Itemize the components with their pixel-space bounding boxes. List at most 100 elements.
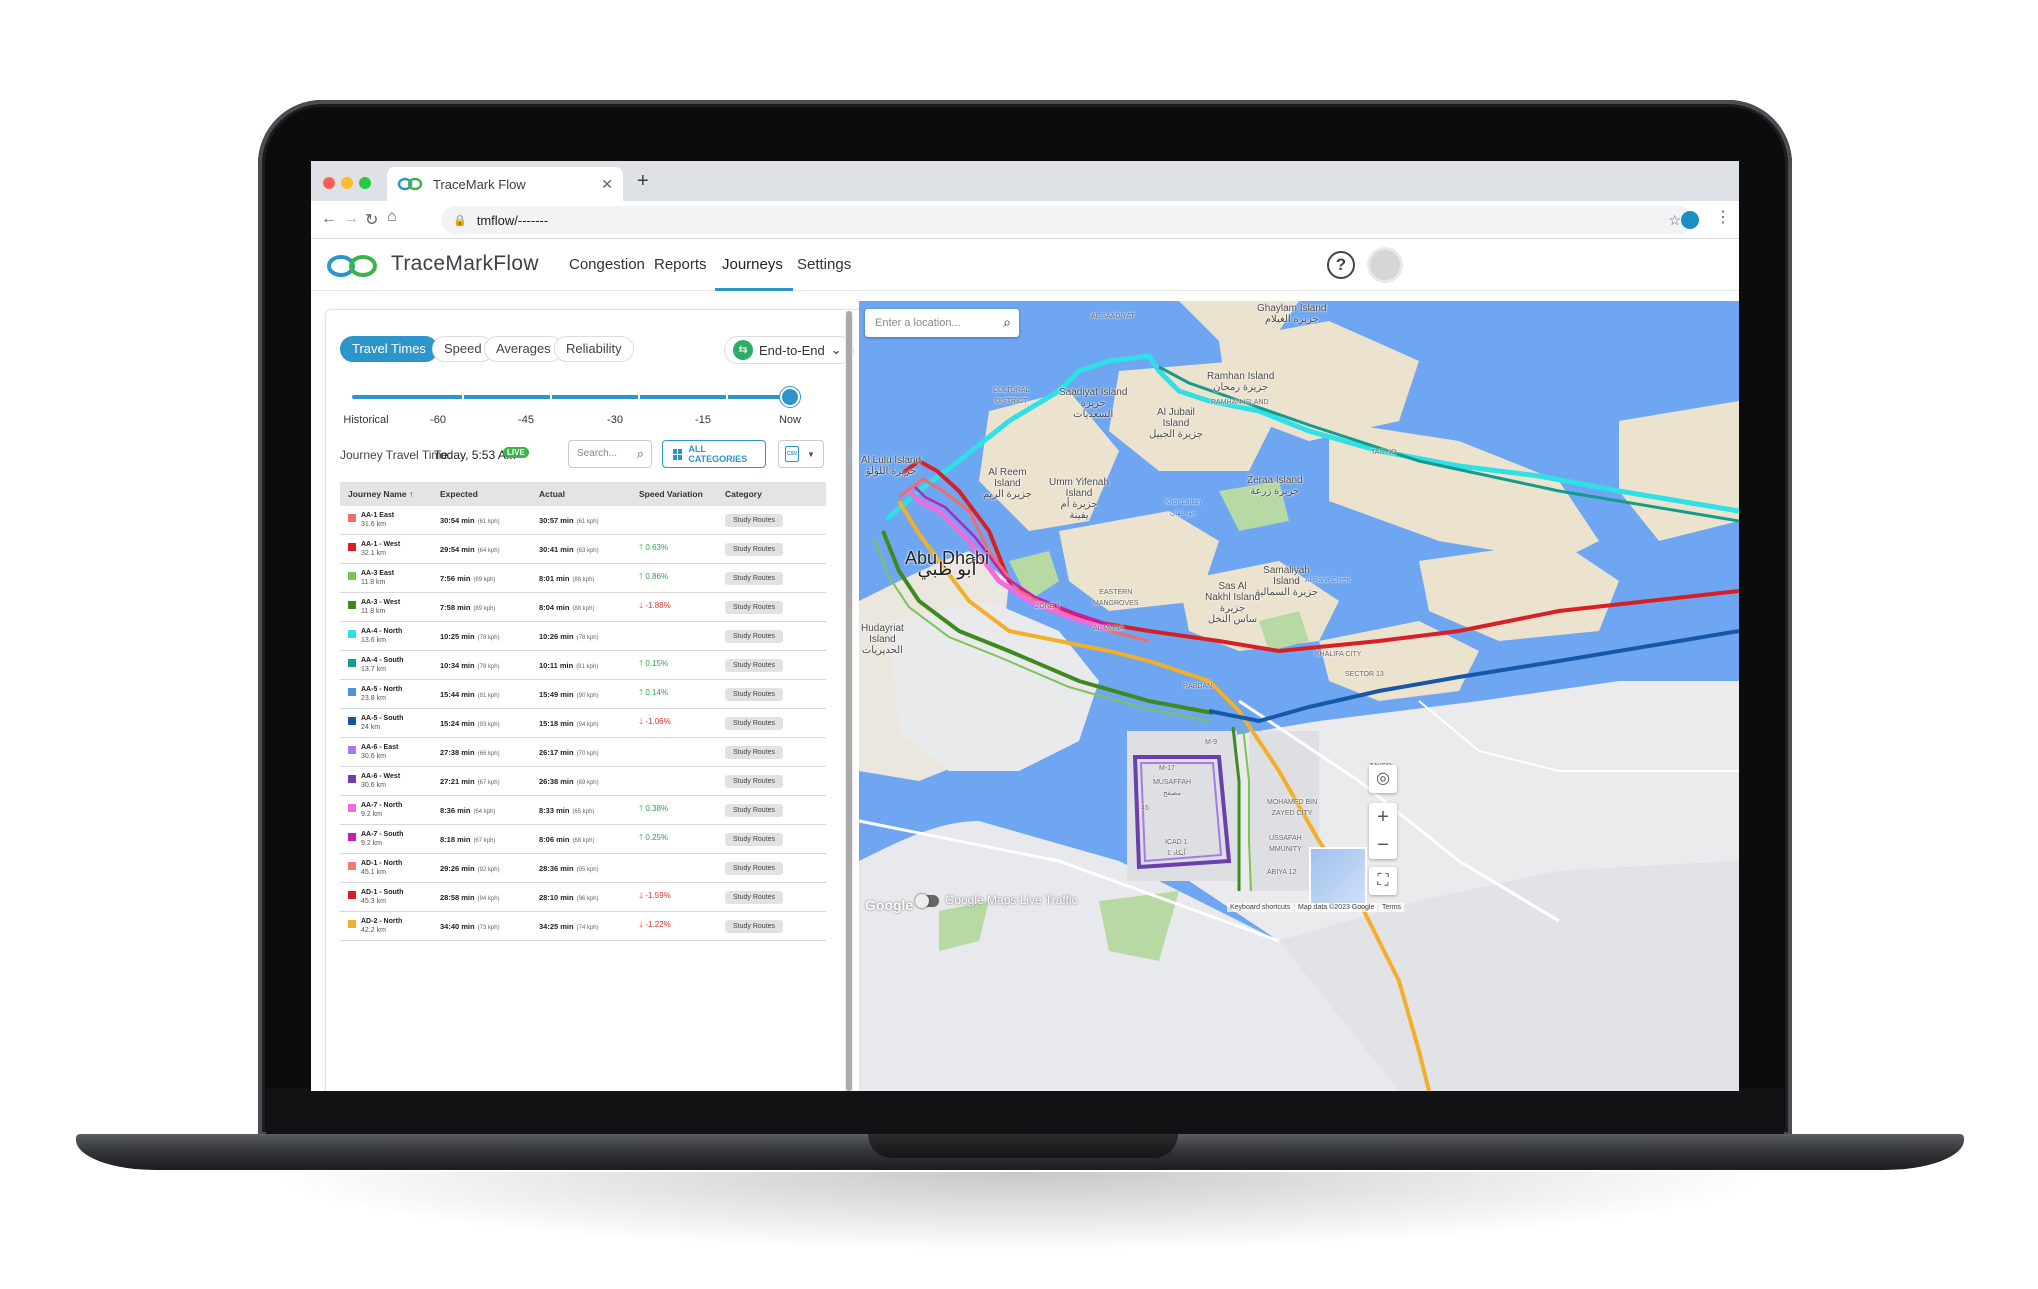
table-row[interactable]: AD-1 - South 45.3 km 28:58 min (94 kph) 28:1…	[340, 883, 826, 912]
category-button[interactable]: Study Routes	[725, 600, 784, 614]
browser-menu-icon[interactable]: ⋮	[1715, 207, 1731, 227]
map-type-thumbnail[interactable]	[1309, 847, 1367, 905]
live-traffic-label: Google Maps Live Traffic	[945, 893, 1078, 907]
journey-search-input[interactable]: Search... ⌕	[568, 440, 652, 468]
expected-cell: 15:44 min (91 kph)	[440, 690, 539, 699]
journey-distance: 31.6 km	[361, 520, 386, 528]
table-row[interactable]: AA-4 - South 13.7 km 10:34 min (78 kph) 10:1…	[340, 651, 826, 680]
table-row[interactable]: AD-1 - North 45.1 km 29:26 min (92 kph) 28:3…	[340, 854, 826, 883]
user-avatar[interactable]	[1367, 247, 1403, 283]
header-actual[interactable]: Actual	[539, 489, 639, 499]
close-window-button[interactable]	[323, 177, 335, 189]
table-row[interactable]: AA-1 - West 32.1 km 29:54 min (64 kph) 30:41…	[340, 535, 826, 564]
minimize-window-button[interactable]	[341, 177, 353, 189]
place-label: MOHAMED BIN ZAYED CITY	[1267, 799, 1318, 817]
nav-settings[interactable]: Settings	[797, 256, 851, 273]
map-data-attribution: Map data ©2023 Google	[1295, 903, 1378, 912]
time-slider-thumb[interactable]	[780, 387, 800, 407]
map-locate-icon[interactable]: ◎	[1369, 765, 1397, 793]
category-button[interactable]: Study Routes	[725, 745, 784, 759]
header-journey-name[interactable]: Journey Name ↑	[340, 489, 440, 499]
header-speed-variation[interactable]: Speed Variation	[639, 489, 725, 499]
category-button[interactable]: Study Routes	[725, 542, 784, 556]
route-color-swatch	[348, 803, 356, 812]
route-color-swatch	[348, 919, 356, 928]
home-icon[interactable]: ⌂	[387, 208, 397, 226]
fullscreen-icon[interactable]: ⛶	[1369, 867, 1397, 895]
category-button[interactable]: Study Routes	[725, 861, 784, 875]
category-button[interactable]: Study Routes	[725, 832, 784, 846]
laptop-notch	[868, 1134, 1178, 1158]
speed-variation-value: 0.63%	[645, 543, 669, 552]
all-categories-button[interactable]: ALL CATEGORIES	[662, 440, 766, 468]
maximize-window-button[interactable]	[359, 177, 371, 189]
table-row[interactable]: AA-7 - North 9.2 km 8:36 min (64 kph) 8:33 m…	[340, 796, 826, 825]
forward-icon[interactable]: →	[343, 210, 359, 228]
category-button[interactable]: Study Routes	[725, 658, 784, 672]
table-row[interactable]: AD-2 - North 42.2 km 34:40 min (73 kph) 34:2…	[340, 912, 826, 941]
category-button[interactable]: Study Routes	[725, 687, 784, 701]
nav-journeys[interactable]: Journeys	[722, 256, 783, 273]
category-button[interactable]: Study Routes	[725, 774, 784, 788]
terms-link[interactable]: Terms	[1379, 903, 1405, 912]
browser-tab[interactable]: TraceMark Flow ✕	[387, 167, 623, 201]
nav-congestion[interactable]: Congestion	[569, 256, 645, 273]
csv-export-button[interactable]: CSV ▼	[778, 440, 824, 468]
slider-tick	[638, 394, 640, 400]
actual-time: 15:49 min	[539, 689, 574, 699]
table-row[interactable]: AA-6 - West 30.6 km 27:21 min (67 kph) 26:38…	[340, 767, 826, 796]
table-row[interactable]: AA-4 - North 13.6 km 10:25 min (78 kph) 10:2…	[340, 622, 826, 651]
table-row[interactable]: AA-1 East 31.6 km 30:54 min (61 kph) 30:57 m…	[340, 506, 826, 535]
browser-toolbar: ← → ↻ ⌂ 🔒 tmflow/------- ☆	[311, 201, 1739, 239]
map-view[interactable]: Ghaylam Island جزيرة الغيلام Ramhan Isla…	[859, 301, 1739, 1091]
table-row[interactable]: AA-3 East 11.8 km 7:56 min (89 kph) 8:01 min…	[340, 564, 826, 593]
category-cell: Study Routes	[725, 774, 825, 788]
map-location-search[interactable]: Enter a location... ⌕	[865, 309, 1019, 337]
journey-distance: 23.8 km	[361, 694, 386, 702]
chevron-down-icon[interactable]: ▼	[807, 450, 815, 459]
tab-reliability[interactable]: Reliability	[554, 336, 634, 362]
table-row[interactable]: AA-5 - South 24 km 15:24 min (93 kph) 15:18 …	[340, 709, 826, 738]
journey-name: AD-1 - North	[361, 859, 403, 867]
bookmark-star-icon[interactable]: ☆	[1668, 212, 1681, 229]
category-button[interactable]: Study Routes	[725, 716, 784, 730]
back-icon[interactable]: ←	[321, 210, 337, 228]
panel-scrollbar-thumb[interactable]	[846, 311, 852, 1091]
browser-profile-avatar[interactable]	[1681, 211, 1699, 229]
expected-cell: 8:36 min (64 kph)	[440, 806, 539, 815]
place-label: ZONE 1	[1035, 603, 1061, 610]
category-button[interactable]: Study Routes	[725, 919, 784, 933]
table-row[interactable]: AA-5 - North 23.8 km 15:44 min (91 kph) 15:4…	[340, 680, 826, 709]
category-button[interactable]: Study Routes	[725, 890, 784, 904]
journey-distance: 13.7 km	[361, 665, 386, 673]
keyboard-shortcuts-link[interactable]: Keyboard shortcuts	[1227, 903, 1294, 912]
reload-icon[interactable]: ↻	[365, 210, 378, 230]
category-button[interactable]: Study Routes	[725, 803, 784, 817]
end-to-end-dropdown[interactable]: ⇆ End-to-End ⌄	[724, 336, 854, 364]
tab-averages[interactable]: Averages	[484, 336, 563, 362]
table-row[interactable]: AA-6 - East 30.6 km 27:38 min (66 kph) 26:17…	[340, 738, 826, 767]
zoom-out-button[interactable]: −	[1369, 831, 1397, 859]
table-row[interactable]: AA-7 - South 9.2 km 8:18 min (67 kph) 8:06 m…	[340, 825, 826, 854]
category-button[interactable]: Study Routes	[725, 571, 784, 585]
category-button[interactable]: Study Routes	[725, 513, 784, 527]
expected-speed: (67 kph)	[477, 779, 500, 786]
tab-travel-times[interactable]: Travel Times	[340, 336, 438, 362]
header-category[interactable]: Category	[725, 489, 825, 499]
help-icon[interactable]: ?	[1327, 251, 1355, 279]
zoom-in-button[interactable]: +	[1369, 803, 1397, 831]
expected-time: 10:34 min	[440, 660, 475, 670]
nav-reports[interactable]: Reports	[654, 256, 707, 273]
time-slider-track[interactable]	[352, 395, 790, 399]
live-traffic-toggle[interactable]	[915, 894, 939, 908]
header-expected[interactable]: Expected	[440, 489, 539, 499]
expected-speed: (78 kph)	[477, 634, 500, 641]
table-row[interactable]: AA-3 - West 11.8 km 7:58 min (89 kph) 8:04 m…	[340, 593, 826, 622]
actual-cell: 26:17 min (70 kph)	[539, 748, 639, 757]
new-tab-button[interactable]: +	[637, 170, 649, 193]
category-button[interactable]: Study Routes	[725, 629, 784, 643]
tab-close-icon[interactable]: ✕	[601, 176, 613, 193]
actual-time: 26:17 min	[539, 747, 574, 757]
journey-name-cell: AA-6 - West 30.6 km	[340, 773, 440, 790]
url-bar[interactable]: 🔒 tmflow/------- ☆	[441, 206, 1693, 234]
